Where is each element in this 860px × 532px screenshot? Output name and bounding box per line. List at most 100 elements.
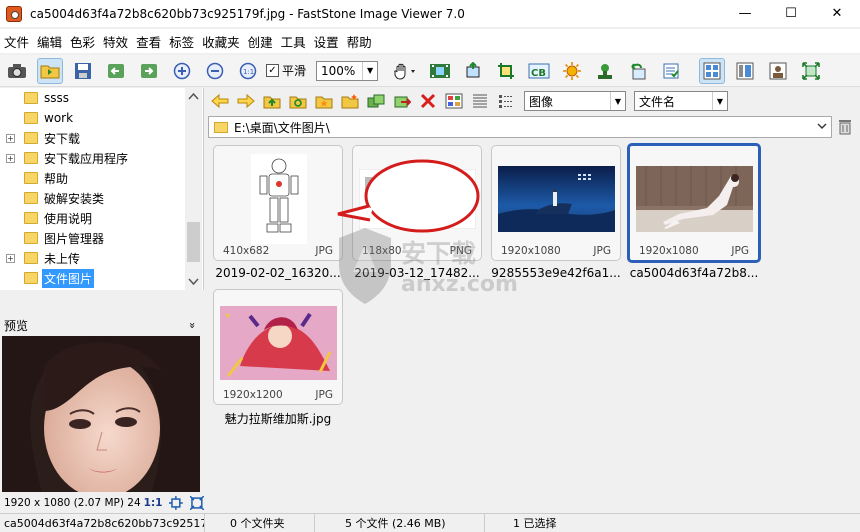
scroll-down-icon[interactable] — [185, 273, 202, 290]
scroll-up-icon[interactable] — [185, 88, 202, 105]
resize-button[interactable] — [460, 58, 486, 84]
smooth-checkbox[interactable]: ✓ 平滑 — [266, 62, 306, 79]
thumbnail-name[interactable]: ca5004d63f4a72b8... — [619, 266, 769, 280]
expand-icon[interactable]: + — [6, 253, 15, 263]
undo-icon — [631, 62, 646, 79]
collapse-icon[interactable]: » — [186, 322, 199, 329]
thumb-list-button[interactable] — [470, 91, 490, 111]
tree-item[interactable]: + 安下载应用程序 — [0, 148, 185, 168]
thumbnail-card[interactable]: 410x682 JPG — [213, 145, 343, 261]
zoom-in-button[interactable] — [169, 58, 195, 84]
maximize-button[interactable]: ☐ — [768, 0, 814, 27]
crop-icon — [498, 62, 515, 79]
hand-tool-button[interactable] — [390, 58, 420, 84]
thumb-grid-button[interactable] — [444, 91, 464, 111]
open-folder-button[interactable] — [37, 57, 63, 84]
app-window: ca5004d63f4a72b8c620bb73c925179f.jpg - F… — [0, 0, 860, 532]
tree-item[interactable]: 图片管理器 — [0, 228, 185, 248]
scrollbar-thumb[interactable] — [187, 222, 200, 262]
menu-tools[interactable]: 工具 — [277, 32, 310, 51]
tree-item[interactable]: + 未上传 — [0, 248, 185, 268]
tree-item[interactable]: work — [0, 108, 185, 128]
tree-item[interactable]: 帮助 — [0, 168, 185, 188]
fullscreen-button[interactable] — [798, 58, 824, 84]
color-balance-icon: CB — [528, 63, 550, 79]
camera-button[interactable] — [4, 58, 30, 84]
menu-color[interactable]: 色彩 — [66, 32, 99, 51]
layout-preview-button[interactable] — [732, 58, 758, 84]
delete-button[interactable] — [418, 91, 438, 111]
smooth-check[interactable]: ✓ — [266, 64, 279, 77]
undo-button[interactable] — [625, 58, 651, 84]
fullscreen-small-icon[interactable] — [190, 496, 204, 510]
ratio-button[interactable]: 1:1 — [144, 497, 163, 509]
menu-view[interactable]: 查看 — [132, 32, 165, 51]
new-folder-button[interactable] — [340, 91, 360, 111]
favorite-folder-button[interactable] — [314, 91, 334, 111]
thumb-details-button[interactable] — [496, 91, 516, 111]
close-button[interactable]: ✕ — [814, 0, 860, 27]
thumbnail-card[interactable]: ★ 1920x1200 JPG — [213, 289, 343, 405]
file-type-select[interactable]: 图像 ▼ — [524, 91, 626, 111]
zoom-select[interactable]: 100% ▼ — [316, 60, 379, 81]
menu-favorites[interactable]: 收藏夹 — [198, 32, 244, 51]
folder-icon — [24, 232, 38, 244]
menu-settings[interactable]: 设置 — [310, 32, 343, 51]
tree-item[interactable]: ssss — [0, 88, 185, 108]
file-type-value: 图像 — [529, 94, 554, 109]
tree-item[interactable]: 使用说明 — [0, 208, 185, 228]
expand-icon[interactable]: + — [6, 153, 15, 163]
move-to-button[interactable] — [392, 91, 412, 111]
minimize-button[interactable]: — — [722, 0, 768, 27]
crop-button[interactable] — [493, 58, 519, 84]
properties-button[interactable] — [658, 58, 684, 84]
next-button[interactable] — [136, 58, 162, 84]
expand-icon[interactable]: + — [6, 133, 15, 143]
menu-help[interactable]: 帮助 — [343, 32, 376, 51]
thumbnail-name[interactable]: 2019-03-12_17482... — [342, 266, 492, 280]
trash-icon[interactable] — [838, 117, 852, 135]
copy-to-icon — [367, 94, 385, 108]
folder-tree: ssss work + 安下载 + 安下载应用程序 帮助 破解安装类 使用说明 图片… — [0, 88, 204, 290]
thumbnail-name[interactable]: 2019-02-02_16320... — [203, 266, 353, 280]
forward-button[interactable] — [236, 91, 256, 111]
refresh-button[interactable] — [288, 91, 308, 111]
tree-scrollbar[interactable] — [185, 88, 202, 290]
svg-text:1:1: 1:1 — [243, 68, 254, 76]
path-input[interactable]: E:\桌面\文件图片\ — [208, 116, 832, 138]
preview-label: 预览 — [4, 318, 29, 333]
previous-button[interactable] — [103, 58, 129, 84]
menu-file[interactable]: 文件 — [0, 32, 33, 51]
menu-create[interactable]: 创建 — [244, 32, 277, 51]
tree-item[interactable]: 破解安装类 — [0, 188, 185, 208]
adjust-lighting-button[interactable] — [559, 58, 585, 84]
layout-browser-button[interactable] — [699, 57, 726, 84]
menu-effects[interactable]: 特效 — [99, 32, 132, 51]
copy-to-button[interactable] — [366, 91, 386, 111]
thumbnail-name[interactable]: 9285553e9e42f6a1... — [481, 266, 631, 280]
thumbnail-card[interactable]: 1920x1080 JPG — [491, 145, 621, 261]
zoom-out-button[interactable] — [202, 58, 228, 84]
back-arrow-icon — [211, 93, 229, 109]
chevron-down-icon[interactable] — [817, 119, 827, 133]
parent-folder-button[interactable] — [262, 91, 282, 111]
actual-size-button[interactable]: 1:1 — [235, 58, 261, 84]
layout-single-button[interactable] — [765, 58, 791, 84]
chevron-down-icon: ▼ — [362, 61, 377, 80]
back-button[interactable] — [210, 91, 230, 111]
thumbnail-card-selected[interactable]: 1920x1080 JPG — [627, 143, 761, 263]
tree-item-selected[interactable]: 文件图片 — [0, 268, 185, 288]
fit-icon[interactable] — [169, 496, 184, 510]
menu-edit[interactable]: 编辑 — [33, 32, 66, 51]
color-balance-button[interactable]: CB — [526, 58, 552, 84]
menu-tags[interactable]: 标签 — [165, 32, 198, 51]
filmstrip-button[interactable] — [427, 58, 453, 84]
tree-item[interactable]: + 安下载 — [0, 128, 185, 148]
details-view-icon — [499, 95, 513, 108]
main-toolbar: 1:1 ✓ 平滑 100% ▼ CB — [0, 55, 860, 87]
sort-select[interactable]: 文件名 ▼ — [634, 91, 728, 111]
stamp-button[interactable] — [592, 58, 618, 84]
save-button[interactable] — [70, 58, 96, 84]
robot-sketch-image — [250, 154, 307, 244]
thumbnail-name[interactable]: 魅力拉斯维加斯.jpg — [203, 410, 353, 427]
